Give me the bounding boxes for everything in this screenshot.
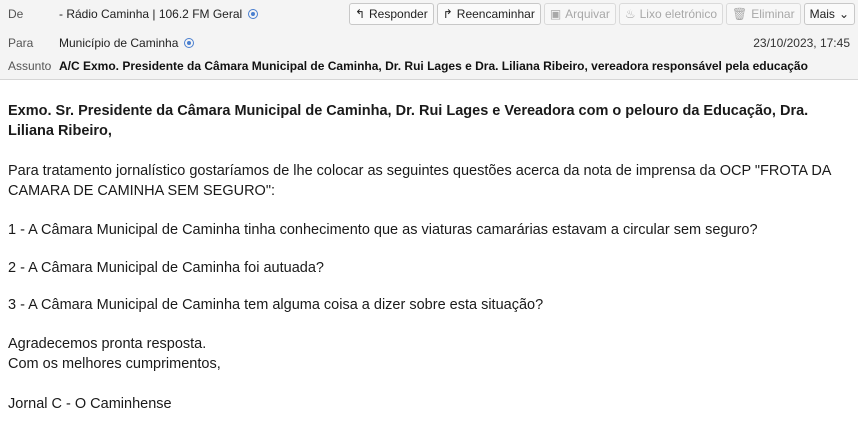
question-3: 3 - A Câmara Municipal de Caminha tem al… xyxy=(8,297,544,313)
to-recipient[interactable]: Município de Caminha xyxy=(59,36,195,50)
from-value[interactable]: - Rádio Caminha | 106.2 FM Geral xyxy=(59,7,242,21)
intro-paragraph: Para tratamento jornalístico gostaríamos… xyxy=(8,163,831,199)
message-toolbar: ↰ Responder ↱ Reencaminhar ▣ Arquivar ♨ … xyxy=(348,3,855,25)
closing-line-2: Com os melhores cumprimentos, xyxy=(8,356,221,372)
question-2: 2 - A Câmara Municipal de Caminha foi au… xyxy=(8,260,324,276)
more-label: Mais xyxy=(809,7,835,21)
reply-button[interactable]: ↰ Responder xyxy=(348,3,434,25)
archive-icon: ▣ xyxy=(549,7,562,21)
from-sender[interactable]: - Rádio Caminha | 106.2 FM Geral xyxy=(59,7,259,21)
message-header: De - Rádio Caminha | 106.2 FM Geral ↰ Re… xyxy=(0,0,858,80)
question-1: 1 - A Câmara Municipal de Caminha tinha … xyxy=(8,222,758,238)
subject-row: Assunto A/C Exmo. Presidente da Câmara M… xyxy=(0,55,858,77)
chevron-down-icon: ⌄ xyxy=(838,7,849,21)
reply-icon: ↰ xyxy=(354,7,365,21)
forward-label: Reencaminhar xyxy=(456,7,535,21)
junk-button[interactable]: ♨ Lixo eletrónico xyxy=(618,3,724,25)
to-label: Para xyxy=(8,36,34,50)
forward-icon: ↱ xyxy=(442,7,453,21)
greeting-paragraph: Exmo. Sr. Presidente da Câmara Municipal… xyxy=(8,103,809,139)
forward-button[interactable]: ↱ Reencaminhar xyxy=(436,3,541,25)
signature: Jornal C - O Caminhense xyxy=(8,396,172,412)
reply-label: Responder xyxy=(369,7,428,21)
delete-button[interactable]: 🗑 Eliminar xyxy=(726,3,801,25)
message-date: 23/10/2023, 17:45 xyxy=(753,36,850,50)
from-label: De xyxy=(8,7,24,21)
more-button[interactable]: Mais ⌄ xyxy=(803,3,855,25)
to-value[interactable]: Município de Caminha xyxy=(59,36,178,50)
junk-label: Lixo eletrónico xyxy=(639,7,718,21)
archive-button[interactable]: ▣ Arquivar xyxy=(543,3,616,25)
closing-line-1: Agradecemos pronta resposta. xyxy=(8,336,207,352)
archive-label: Arquivar xyxy=(565,7,610,21)
subject-label: Assunto xyxy=(8,59,52,73)
fire-icon: ♨ xyxy=(624,7,636,21)
contact-icon[interactable] xyxy=(248,9,259,19)
closing-block: Agradecemos pronta resposta. Com os melh… xyxy=(8,334,848,374)
trash-icon: 🗑 xyxy=(732,7,748,21)
contact-icon[interactable] xyxy=(184,38,195,48)
subject-value: A/C Exmo. Presidente da Câmara Municipal… xyxy=(59,59,808,73)
to-row: Para Município de Caminha 23/10/2023, 17… xyxy=(0,32,858,54)
delete-label: Eliminar xyxy=(751,7,795,21)
